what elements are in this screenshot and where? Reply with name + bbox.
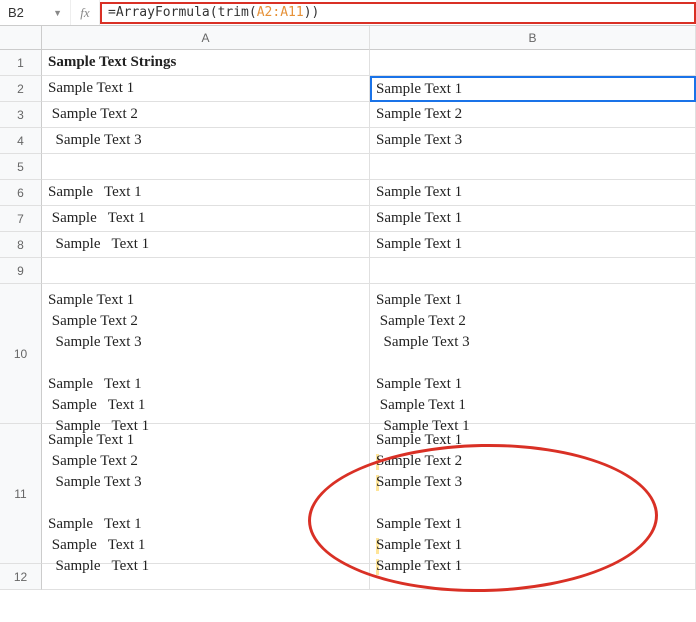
row-header[interactable]: 11: [0, 424, 42, 564]
formula-input[interactable]: =ArrayFormula(trim(A2:A11)): [100, 2, 696, 24]
cell[interactable]: Sample Text 1: [42, 180, 370, 206]
fx-icon[interactable]: fx: [70, 0, 100, 25]
row-header[interactable]: 4: [0, 128, 42, 154]
cell[interactable]: Sample Text 1: [370, 76, 696, 102]
cell-reference-value: B2: [8, 5, 24, 20]
cell[interactable]: [370, 258, 696, 284]
cell[interactable]: Sample Text 1: [370, 180, 696, 206]
cell[interactable]: Sample Text 2: [370, 102, 696, 128]
cell[interactable]: Sample Text 1 Sample Text 2 Sample Text …: [370, 284, 696, 424]
cell[interactable]: Sample Text Strings: [42, 50, 370, 76]
cell[interactable]: Sample Text 2: [42, 102, 370, 128]
select-all-corner[interactable]: [0, 26, 42, 50]
spreadsheet-grid[interactable]: A B 1Sample Text Strings2Sample Text 1Sa…: [0, 26, 696, 590]
cell[interactable]: Sample Text 1 Sample Text 2 Sample Text …: [42, 424, 370, 564]
row-header[interactable]: 5: [0, 154, 42, 180]
cell-reference-box[interactable]: B2 ▼: [0, 5, 70, 20]
cell[interactable]: [370, 154, 696, 180]
dropdown-caret-icon[interactable]: ▼: [53, 8, 62, 18]
cell[interactable]: Sample Text 1: [42, 206, 370, 232]
row-header[interactable]: 10: [0, 284, 42, 424]
cell[interactable]: [42, 154, 370, 180]
cell[interactable]: [42, 258, 370, 284]
row-header[interactable]: 9: [0, 258, 42, 284]
cell[interactable]: Sample Text 1 Sample Text 2 Sample Text …: [42, 284, 370, 424]
cell[interactable]: Sample Text 1: [370, 206, 696, 232]
cell[interactable]: Sample Text 1: [42, 232, 370, 258]
formula-bar: B2 ▼ fx =ArrayFormula(trim(A2:A11)): [0, 0, 696, 26]
row-header[interactable]: 12: [0, 564, 42, 590]
cell[interactable]: [42, 564, 370, 590]
row-header[interactable]: 3: [0, 102, 42, 128]
cell[interactable]: Sample Text 3: [42, 128, 370, 154]
cell[interactable]: Sample Text 3: [370, 128, 696, 154]
cell[interactable]: [370, 50, 696, 76]
row-header[interactable]: 2: [0, 76, 42, 102]
cell[interactable]: Sample Text 1: [370, 232, 696, 258]
cell[interactable]: Sample Text 1Sample Text 2Sample Text 3 …: [370, 424, 696, 564]
column-header-a[interactable]: A: [42, 26, 370, 50]
column-header-b[interactable]: B: [370, 26, 696, 50]
cell[interactable]: [370, 564, 696, 590]
row-header[interactable]: 8: [0, 232, 42, 258]
row-header[interactable]: 7: [0, 206, 42, 232]
row-header[interactable]: 1: [0, 50, 42, 76]
row-header[interactable]: 6: [0, 180, 42, 206]
cell[interactable]: Sample Text 1: [42, 76, 370, 102]
